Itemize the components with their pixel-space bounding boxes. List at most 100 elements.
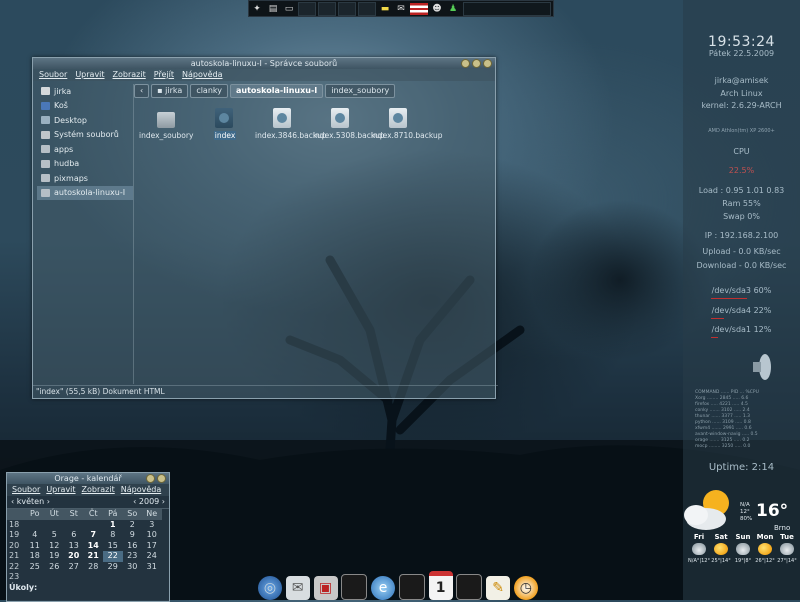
calendar-day-cell[interactable]: 18 (25, 551, 45, 562)
calendar-day-cell[interactable] (103, 572, 123, 583)
tux-icon[interactable]: ☻ (430, 3, 444, 15)
calendar-day-cell[interactable]: 11 (25, 541, 45, 552)
menu-upravit[interactable]: Upravit (75, 69, 104, 81)
pane-divider[interactable] (133, 84, 134, 384)
prev-year-button[interactable]: ‹ (133, 497, 136, 506)
calendar-day-cell[interactable]: 30 (123, 562, 143, 573)
calendar-day-cell[interactable] (45, 520, 65, 531)
panel-taskbar[interactable] (463, 1, 551, 16)
mail-icon[interactable]: ✉ (394, 3, 408, 15)
calendar-day-cell[interactable]: 20 (64, 551, 84, 562)
sidebar-item-hudba[interactable]: hudba (37, 157, 133, 172)
calendar-day-cell[interactable]: 24 (142, 551, 162, 562)
file-item[interactable]: index.3846.backup (255, 108, 326, 140)
runner-icon[interactable]: ♟ (446, 3, 460, 15)
us-flag-icon[interactable] (410, 2, 428, 15)
path-crumb-index-soubory[interactable]: index_soubory (325, 84, 396, 98)
calendar-day-cell[interactable]: 17 (142, 541, 162, 552)
calendar-day-cell[interactable]: 7 (84, 530, 104, 541)
browser-icon[interactable]: e (371, 576, 396, 600)
sidebar-item-kos[interactable]: Koš (37, 99, 133, 114)
monitor-icon[interactable]: ▭ (282, 3, 296, 15)
calendar-day-cell[interactable]: 10 (142, 530, 162, 541)
menu-napoveda[interactable]: Nápověda (121, 484, 162, 496)
calendar-day-cell[interactable] (25, 520, 45, 531)
sidebar-item-pixmaps[interactable]: pixmaps (37, 171, 133, 186)
folder-icon[interactable]: ▤ (266, 3, 280, 15)
mail-client-icon[interactable]: ✉ (285, 576, 310, 600)
calendar-day-cell[interactable] (45, 572, 65, 583)
note-icon[interactable]: ▬ (378, 3, 392, 15)
file-manager-titlebar[interactable]: autoskola-linuxu-I - Správce souborů (33, 58, 495, 69)
menu-soubor[interactable]: Soubor (12, 484, 40, 496)
file-item[interactable]: index (197, 108, 253, 140)
file-item[interactable]: index_soubory (139, 108, 195, 140)
terminal-icon[interactable] (398, 574, 425, 600)
menu-zobrazit[interactable]: Zobrazit (82, 484, 115, 496)
calendar-day-cell[interactable]: 2 (123, 520, 143, 531)
menu-napoveda[interactable]: Nápověda (182, 69, 223, 81)
sidebar-item-autoskola[interactable]: autoskola-linuxu-I (37, 185, 133, 200)
calendar-day-cell[interactable]: 31 (142, 562, 162, 573)
sidebar-item-desktop[interactable]: Desktop (37, 113, 133, 128)
calendar-day-cell[interactable] (64, 572, 84, 583)
calendar-day-cell[interactable]: 4 (25, 530, 45, 541)
sidebar-item-apps[interactable]: apps (37, 142, 133, 157)
calendar-icon[interactable]: 1 (428, 571, 453, 600)
close-button[interactable] (483, 59, 492, 68)
calendar-day-cell[interactable] (84, 520, 104, 531)
sidebar-item-filesystem[interactable]: Systém souborů (37, 128, 133, 143)
sidebar-item-jirka[interactable]: jirka (37, 84, 133, 99)
calendar-day-cell[interactable]: 13 (64, 541, 84, 552)
minimize-button[interactable] (146, 474, 155, 483)
calendar-day-cell[interactable]: 3 (142, 520, 162, 531)
calendar-day-cell[interactable]: 9 (123, 530, 143, 541)
calendar-day-cell[interactable] (64, 520, 84, 531)
calendar-day-cell[interactable]: 26 (45, 562, 65, 573)
path-crumb-clanky[interactable]: clanky (190, 84, 228, 98)
calendar-day-cell[interactable]: 25 (25, 562, 45, 573)
editor-icon[interactable]: ✎ (486, 576, 511, 600)
calendar-day-cell[interactable]: 5 (45, 530, 65, 541)
calendar-day-cell[interactable] (142, 572, 162, 583)
calendar-day-cell[interactable] (123, 572, 143, 583)
path-crumb-jirka[interactable]: ▪ jirka (151, 84, 189, 98)
workspace-3[interactable] (338, 1, 356, 16)
calendar-day-cell[interactable] (84, 572, 104, 583)
calendar-day-cell[interactable]: 28 (84, 562, 104, 573)
screen-icon[interactable] (456, 574, 483, 600)
calendar-titlebar[interactable]: Orage - kalendář (7, 473, 169, 484)
calendar-day-cell[interactable]: 14 (84, 541, 104, 552)
calendar-day-cell[interactable]: 23 (123, 551, 143, 562)
prev-month-button[interactable]: ‹ (11, 497, 14, 506)
calendar-day-cell[interactable] (25, 572, 45, 583)
calendar-day-cell[interactable]: 12 (45, 541, 65, 552)
workspace-4[interactable] (358, 1, 376, 16)
maximize-button[interactable] (472, 59, 481, 68)
calendar-day-cell[interactable]: 16 (123, 541, 143, 552)
workspace-2[interactable] (318, 1, 336, 16)
menu-prejit[interactable]: Přejít (154, 69, 174, 81)
calendar-day-cell[interactable]: 29 (103, 562, 123, 573)
clock-icon[interactable]: ◷ (513, 576, 538, 600)
menu-upravit[interactable]: Upravit (46, 484, 75, 496)
calendar-day-cell[interactable]: 8 (103, 530, 123, 541)
package-icon[interactable]: ▣ (313, 576, 338, 600)
minimize-button[interactable] (461, 59, 470, 68)
calendar-day-cell[interactable]: 21 (84, 551, 104, 562)
calendar-day-cell[interactable]: 1 (103, 520, 123, 531)
calendar-day-cell[interactable]: 15 (103, 541, 123, 552)
terminal-icon[interactable] (341, 574, 368, 600)
workspace-1[interactable] (298, 1, 316, 16)
menu-zobrazit[interactable]: Zobrazit (113, 69, 146, 81)
next-month-button[interactable]: › (47, 497, 50, 506)
file-item[interactable]: index.5308.backup (313, 108, 384, 140)
globe-icon[interactable]: ◎ (258, 576, 282, 600)
menu-soubor[interactable]: Soubor (39, 69, 67, 81)
file-item[interactable]: index.8710.backup (371, 108, 442, 140)
calendar-day-cell[interactable]: 27 (64, 562, 84, 573)
next-year-button[interactable]: › (162, 497, 165, 506)
path-crumb-current[interactable]: autoskola-linuxu-I (230, 84, 324, 98)
calendar-day-cell[interactable]: 22 (103, 551, 123, 562)
path-back-button[interactable]: ‹ (134, 84, 150, 98)
